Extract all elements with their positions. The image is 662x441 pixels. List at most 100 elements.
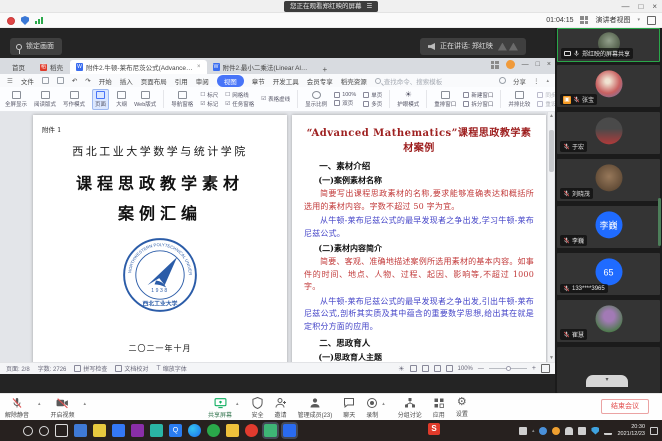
view-mode-caret-icon[interactable]: ▾ bbox=[637, 17, 640, 23]
maximize-button[interactable]: □ bbox=[638, 0, 643, 13]
notification-center-icon[interactable] bbox=[650, 427, 658, 435]
participant-tile[interactable]: 刘晓茂 bbox=[557, 159, 660, 201]
green-app-icon[interactable] bbox=[207, 424, 220, 437]
start-video-button[interactable]: 开启视频 bbox=[51, 397, 75, 419]
taskbar-clock[interactable]: 20:30 2021/12/23 bbox=[617, 424, 645, 438]
meeting-secure-icon[interactable] bbox=[21, 16, 29, 25]
spell-check-button[interactable]: 拼写检查 bbox=[74, 364, 107, 373]
purple-app-icon[interactable] bbox=[131, 424, 144, 437]
invite-button[interactable]: 邀请 bbox=[275, 397, 287, 419]
print-icon[interactable] bbox=[57, 77, 64, 84]
screen-record-tray-icon[interactable] bbox=[519, 427, 527, 435]
zoom-slider-thumb[interactable] bbox=[506, 366, 511, 371]
participant-tile[interactable]: 于宏 bbox=[557, 112, 660, 154]
ribbon-arrange-windows-button[interactable]: 重排窗口 bbox=[434, 91, 456, 108]
ribbon-zoom-100[interactable]: 100% bbox=[334, 92, 356, 98]
document-page-left[interactable]: 附件 1 西北工业大学数学与统计学院 课程思政教学素材 案例汇编 NORTHWE… bbox=[33, 115, 287, 362]
ribbon-two-page[interactable]: 双页 bbox=[334, 99, 356, 107]
save-icon[interactable] bbox=[42, 77, 49, 84]
status-outline-icon[interactable] bbox=[422, 365, 429, 372]
network-signal-icon[interactable] bbox=[35, 17, 43, 24]
share-screen-button[interactable]: 共享屏幕 bbox=[208, 397, 232, 419]
status-page-view-icon[interactable] bbox=[410, 365, 417, 372]
security-shield-tray-icon[interactable] bbox=[591, 427, 599, 435]
wps-docer-tab[interactable]: 稻 稻壳 bbox=[33, 60, 70, 74]
close-button[interactable]: × bbox=[652, 0, 657, 13]
meeting-box-app-icon[interactable] bbox=[112, 424, 125, 437]
collapse-sidebar-button[interactable]: ▾ bbox=[586, 375, 628, 387]
menu-review[interactable]: 审阅 bbox=[196, 76, 209, 86]
record-options-caret[interactable]: ▴ bbox=[382, 401, 385, 407]
participant-tile-sharer[interactable]: 郑红映的屏幕共享 bbox=[557, 28, 660, 62]
check-ruler[interactable]: ☐标尺 bbox=[200, 91, 218, 99]
manage-members-button[interactable]: 管理成员(23) bbox=[298, 397, 333, 419]
document-page-right[interactable]: “Advanced Mathematics”课程思政教学素材案例 一、素材介绍 … bbox=[292, 115, 546, 362]
collapse-ribbon-icon[interactable]: ▴ bbox=[546, 78, 549, 84]
menu-start[interactable]: 开始 bbox=[99, 76, 112, 86]
menu-section[interactable]: 章节 bbox=[252, 76, 265, 86]
tab-close-icon[interactable]: × bbox=[197, 64, 201, 70]
wechat-icon[interactable] bbox=[264, 424, 277, 437]
apps-button[interactable]: 应用 bbox=[433, 397, 445, 419]
breakout-rooms-button[interactable]: 分组讨论 bbox=[398, 397, 422, 419]
eye-mode-icon[interactable]: ☀ bbox=[398, 365, 404, 373]
cortana-icon[interactable] bbox=[39, 426, 49, 436]
sidebar-scrollbar[interactable] bbox=[658, 198, 661, 246]
unmute-button[interactable]: 解除静音 bbox=[5, 397, 29, 419]
menu-file[interactable]: 文件 bbox=[21, 76, 34, 86]
ribbon-outline-button[interactable]: 大纲 bbox=[116, 91, 127, 108]
scroll-down-icon[interactable]: ▼ bbox=[548, 355, 555, 361]
ribbon-eye-protect-button[interactable]: ☀护眼模式 bbox=[397, 91, 419, 108]
end-meeting-button[interactable]: 结束会议 bbox=[601, 399, 649, 414]
tray-expand-icon[interactable]: ▴ bbox=[532, 428, 535, 434]
share-button[interactable]: 分享 bbox=[513, 76, 526, 86]
menu-member[interactable]: 会员专享 bbox=[307, 76, 333, 86]
participant-tile[interactable]: 65 133****3965 bbox=[557, 253, 660, 295]
doc-tab-active[interactable]: W 附件2.牛顿-莱布尼茨公式(Advanced Mathematics) × bbox=[70, 60, 207, 74]
status-read-icon[interactable] bbox=[434, 365, 441, 372]
share-options-caret[interactable]: ▴ bbox=[236, 401, 239, 407]
font-tool-button[interactable]: T缩放字体 bbox=[156, 364, 186, 373]
ribbon-side-by-side-button[interactable]: 并排比较 bbox=[508, 91, 530, 108]
minimize-button[interactable]: — bbox=[621, 0, 629, 13]
redo-icon[interactable]: ↷ bbox=[85, 77, 90, 85]
document-scrollbar[interactable]: ▲ ▼ bbox=[547, 112, 554, 362]
security-button[interactable]: 安全 bbox=[252, 397, 264, 419]
check-task-pane[interactable]: ☑任务窗格 bbox=[225, 100, 254, 108]
task-view-icon[interactable] bbox=[55, 424, 68, 437]
ribbon-fullscreen-button[interactable]: 全屏显示 bbox=[5, 91, 27, 108]
ribbon-write-mode-button[interactable]: 写作模式 bbox=[63, 91, 85, 108]
wps-account-avatar[interactable] bbox=[506, 60, 515, 69]
mic-options-caret[interactable]: ▴ bbox=[38, 401, 41, 407]
zoom-slider[interactable] bbox=[489, 368, 527, 369]
camera-options-caret[interactable]: ▴ bbox=[84, 401, 87, 407]
proofread-button[interactable]: 文档校对 bbox=[115, 364, 148, 373]
menu-insert[interactable]: 插入 bbox=[120, 76, 133, 86]
check-marks[interactable]: ☑标记 bbox=[200, 100, 218, 108]
participant-tile[interactable]: ▣ 张宝 bbox=[557, 65, 660, 107]
check-table-gridlines[interactable]: ☑表格虚线 bbox=[261, 95, 290, 103]
status-edit-icon[interactable] bbox=[446, 365, 453, 372]
ribbon-page-view-button[interactable]: 页面 bbox=[92, 89, 109, 110]
wps-minimize-button[interactable]: — bbox=[522, 61, 529, 68]
mic-tray-icon[interactable] bbox=[565, 427, 573, 435]
zoom-level[interactable]: 100% bbox=[458, 366, 473, 372]
pin-screen-button[interactable]: 锁定画面 bbox=[10, 38, 62, 55]
ribbon-split-window[interactable]: 拆分窗口 bbox=[463, 100, 493, 108]
ribbon-read-layout-button[interactable]: 阅读版式 bbox=[34, 91, 56, 108]
ribbon-nav-pane-button[interactable]: 导航窗格 bbox=[171, 91, 193, 108]
status-fullscreen-icon[interactable] bbox=[541, 364, 550, 373]
chat-button[interactable]: 聊天 bbox=[343, 397, 355, 419]
menu-docer-resources[interactable]: 稻壳资源 bbox=[341, 76, 367, 86]
ribbon-multi-page[interactable]: 多页 bbox=[363, 100, 382, 108]
doc-tab-inactive[interactable]: W 附件2.最小二乘法(Linear Algebra) bbox=[207, 60, 317, 74]
bluetooth-tray-icon[interactable] bbox=[539, 427, 547, 435]
cast-tray-icon[interactable] bbox=[578, 427, 586, 435]
watching-banner[interactable]: 您正在观看郑红映的屏幕 ☰ bbox=[284, 1, 378, 12]
zoom-in-icon[interactable]: + bbox=[532, 365, 536, 372]
search-icon[interactable] bbox=[23, 426, 33, 436]
calculator-icon[interactable] bbox=[74, 424, 87, 437]
network-tray-icon[interactable] bbox=[604, 427, 612, 435]
s-app-badge-icon[interactable]: S bbox=[428, 423, 440, 435]
zoom-out-icon[interactable]: — bbox=[478, 366, 484, 372]
